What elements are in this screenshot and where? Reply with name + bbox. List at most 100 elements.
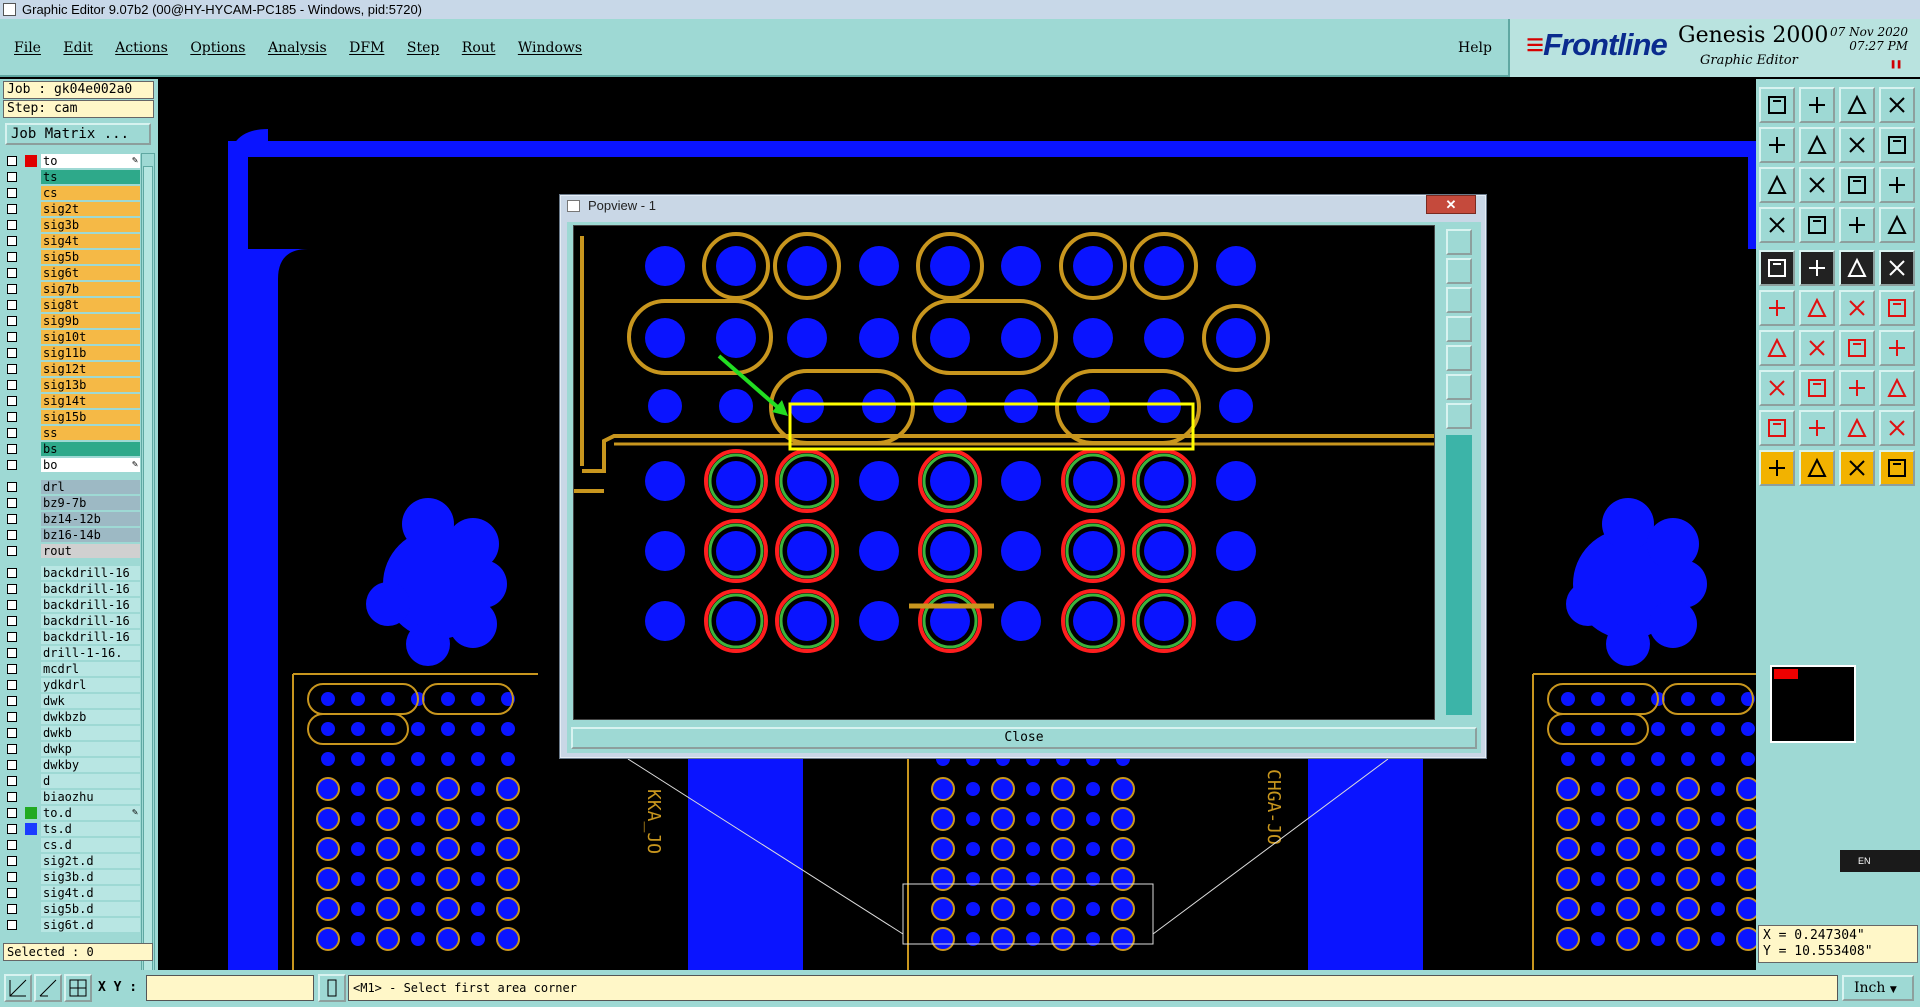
layer-row[interactable]: sig8t (3, 297, 140, 313)
layer-name[interactable]: dwkb (41, 726, 140, 740)
layer-name[interactable]: backdrill-16 (41, 630, 140, 644)
layer-checkbox[interactable] (7, 728, 17, 738)
layer-checkbox[interactable] (7, 316, 17, 326)
pv-home-icon[interactable] (1446, 374, 1472, 400)
menu-help[interactable]: Help (1458, 40, 1492, 56)
layer-row[interactable]: bz9-7b (3, 495, 140, 511)
popview-close-button[interactable]: Close (571, 727, 1477, 749)
layer-checkbox[interactable] (7, 284, 17, 294)
layer-name[interactable]: to.d ✎ (41, 806, 140, 820)
layer-checkbox[interactable] (7, 396, 17, 406)
layer-name[interactable]: bs (41, 442, 140, 456)
layer-row[interactable]: sig4t.d (3, 885, 140, 901)
pv-pan-right-icon[interactable] (1446, 345, 1472, 371)
layer-checkbox[interactable] (7, 172, 17, 182)
grid-toggle-icon[interactable] (1799, 207, 1835, 243)
layer-name[interactable]: bz16-14b (41, 528, 140, 542)
scrollbar-thumb[interactable] (143, 166, 153, 986)
layer-checkbox[interactable] (7, 268, 17, 278)
line-icon[interactable] (1759, 330, 1795, 366)
layer-checkbox[interactable] (7, 156, 17, 166)
layer-name[interactable]: backdrill-16 (41, 566, 140, 580)
layer-row[interactable]: sig9b (3, 313, 140, 329)
layer-checkbox[interactable] (7, 428, 17, 438)
align-icon[interactable] (1879, 330, 1915, 366)
layer-checkbox[interactable] (7, 204, 17, 214)
layer-row[interactable]: ydkdrl (3, 677, 140, 693)
layer-row[interactable]: rout (3, 543, 140, 559)
layer-row[interactable]: bs (3, 441, 140, 457)
layer-name[interactable]: drill-1-16. (41, 646, 140, 660)
layer-row[interactable]: cs.d (3, 837, 140, 853)
layer-row[interactable]: sig6t (3, 265, 140, 281)
query-icon[interactable] (1879, 167, 1915, 203)
layer-name[interactable]: sig4t.d (41, 886, 140, 900)
layer-row[interactable]: drl (3, 479, 140, 495)
menu-edit[interactable]: Edit (63, 40, 92, 56)
layer-checkbox[interactable] (7, 332, 17, 342)
open-icon[interactable] (1759, 87, 1795, 123)
select-arrow-icon[interactable] (1759, 450, 1795, 486)
pv-fit-icon[interactable] (1446, 229, 1472, 255)
layer-row[interactable]: dwkp (3, 741, 140, 757)
layer-row[interactable]: dwkby (3, 757, 140, 773)
layer-row[interactable]: backdrill-16 (3, 613, 140, 629)
layer-row[interactable]: backdrill-16 (3, 565, 140, 581)
layer-checkbox[interactable] (7, 792, 17, 802)
layer-row[interactable]: sig6t.d (3, 917, 140, 933)
layer-row[interactable]: sig15b (3, 409, 140, 425)
layer-name[interactable]: cs (41, 186, 140, 200)
layers-icon[interactable] (1839, 207, 1875, 243)
node-icon[interactable] (1879, 290, 1915, 326)
layer-checkbox[interactable] (7, 664, 17, 674)
menu-step[interactable]: Step (407, 40, 439, 56)
triangle-b-icon[interactable] (1839, 410, 1875, 446)
layer-checkbox[interactable] (7, 888, 17, 898)
pv-zoom-out-icon[interactable] (1446, 287, 1472, 313)
layer-name[interactable]: ts.d (41, 822, 140, 836)
layer-checkbox[interactable] (7, 364, 17, 374)
menu-analysis[interactable]: Analysis (268, 40, 327, 56)
zoom-area-icon[interactable] (1799, 167, 1835, 203)
layer-name[interactable]: biaozhu (41, 790, 140, 804)
connect-icon[interactable] (1759, 290, 1795, 326)
pv-scroll-track[interactable] (1446, 435, 1472, 715)
menu-file[interactable]: File (14, 40, 41, 56)
layer-checkbox[interactable] (7, 444, 17, 454)
layer-row[interactable]: sig11b (3, 345, 140, 361)
layer-name[interactable]: sig3b.d (41, 870, 140, 884)
layer-name[interactable]: backdrill-16 (41, 598, 140, 612)
units-selector[interactable]: Inch ▼ (1842, 975, 1914, 1001)
select-plus-icon[interactable] (1839, 450, 1875, 486)
layer-checkbox[interactable] (7, 920, 17, 930)
layer-stack-icon[interactable] (1879, 207, 1915, 243)
triangle-a-icon[interactable] (1799, 410, 1835, 446)
overview-window[interactable] (1770, 665, 1856, 743)
layer-name[interactable]: dwk (41, 694, 140, 708)
layer-name[interactable]: sig4t (41, 234, 140, 248)
minus-icon[interactable] (1799, 370, 1835, 406)
layer-checkbox[interactable] (7, 616, 17, 626)
layer-checkbox[interactable] (7, 568, 17, 578)
pv-zoom-in-icon[interactable] (1446, 258, 1472, 284)
layer-row[interactable]: backdrill-16 (3, 629, 140, 645)
layer-row[interactable]: to.d ✎ (3, 805, 140, 821)
layer-checkbox[interactable] (7, 600, 17, 610)
select-area-icon[interactable] (1799, 450, 1835, 486)
layer-name[interactable]: sig13b (41, 378, 140, 392)
home-icon[interactable] (1839, 87, 1875, 123)
layer-name[interactable]: sig15b (41, 410, 140, 424)
save-icon[interactable] (1799, 87, 1835, 123)
triangle-icon[interactable] (1759, 410, 1795, 446)
layer-checkbox[interactable] (7, 696, 17, 706)
layer-name[interactable]: sig10t (41, 330, 140, 344)
layer-name[interactable]: sig12t (41, 362, 140, 376)
popview-close-icon[interactable]: ✕ (1426, 195, 1476, 214)
layer-row[interactable]: sig3b (3, 217, 140, 233)
pause-icon[interactable]: ❚❚ (1890, 59, 1902, 70)
rotate-icon[interactable] (1839, 330, 1875, 366)
layer-row[interactable]: sig2t.d (3, 853, 140, 869)
snap-icon[interactable] (4, 974, 32, 1002)
layer-row[interactable]: ts (3, 169, 140, 185)
polygon-icon[interactable] (1799, 250, 1835, 286)
